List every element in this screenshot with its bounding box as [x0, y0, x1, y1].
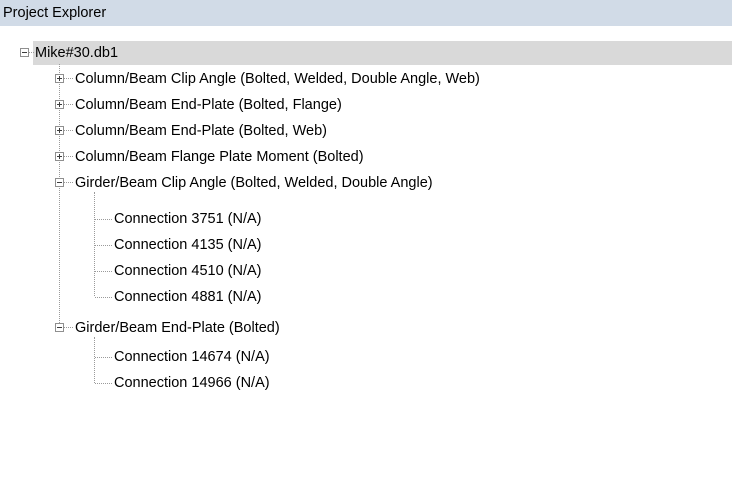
tree-connector [64, 327, 73, 328]
tree-connector [64, 130, 73, 131]
tree-connector [94, 192, 95, 296]
tree-connector [64, 78, 73, 79]
connection-label: Connection 14674 (N/A) [114, 349, 270, 365]
root-selection-highlight [33, 41, 732, 65]
connection-label: Connection 4881 (N/A) [114, 289, 262, 305]
category-label: Column/Beam Clip Angle (Bolted, Welded, … [75, 71, 480, 87]
connection-label: Connection 4510 (N/A) [114, 263, 262, 279]
connection-label: Connection 4135 (N/A) [114, 237, 262, 253]
tree-connection-node[interactable]: Connection 4510 (N/A) [114, 260, 262, 282]
tree-connection-node[interactable]: Connection 4881 (N/A) [114, 286, 262, 308]
collapse-icon[interactable] [55, 323, 64, 332]
tree-connector [29, 52, 34, 53]
tree-connector [95, 357, 112, 358]
tree-root-node[interactable]: Mike#30.db1 [35, 42, 118, 64]
connection-label: Connection 14966 (N/A) [114, 375, 270, 391]
tree-connector [64, 156, 73, 157]
expand-icon[interactable] [55, 100, 64, 109]
tree-connection-node[interactable]: Connection 4135 (N/A) [114, 234, 262, 256]
category-label: Column/Beam End-Plate (Bolted, Web) [75, 123, 327, 139]
tree-connector [64, 182, 73, 183]
expand-icon[interactable] [55, 152, 64, 161]
expand-icon[interactable] [55, 126, 64, 135]
tree-category-node[interactable]: Column/Beam End-Plate (Bolted, Web) [75, 120, 327, 142]
tree-connector [64, 104, 73, 105]
connection-label: Connection 3751 (N/A) [114, 211, 262, 227]
category-label: Column/Beam End-Plate (Bolted, Flange) [75, 97, 342, 113]
tree-connector [95, 245, 112, 246]
tree-connector [94, 337, 95, 383]
category-label: Column/Beam Flange Plate Moment (Bolted) [75, 149, 364, 165]
tree-category-node[interactable]: Girder/Beam End-Plate (Bolted) [75, 317, 280, 339]
tree-connection-node[interactable]: Connection 3751 (N/A) [114, 208, 262, 230]
collapse-root-icon[interactable] [20, 48, 29, 57]
tree-category-node[interactable]: Column/Beam Clip Angle (Bolted, Welded, … [75, 68, 480, 90]
tree-category-node[interactable]: Column/Beam Flange Plate Moment (Bolted) [75, 146, 364, 168]
tree-category-node[interactable]: Girder/Beam Clip Angle (Bolted, Welded, … [75, 172, 433, 194]
root-label: Mike#30.db1 [35, 45, 119, 61]
category-label: Girder/Beam End-Plate (Bolted) [75, 320, 280, 336]
tree-connector [95, 271, 112, 272]
tree-connector [95, 297, 112, 298]
tree-connector [95, 383, 112, 384]
expand-icon[interactable] [55, 74, 64, 83]
tree-category-node[interactable]: Column/Beam End-Plate (Bolted, Flange) [75, 94, 342, 116]
category-label: Girder/Beam Clip Angle (Bolted, Welded, … [75, 175, 433, 191]
collapse-icon[interactable] [55, 178, 64, 187]
tree-connection-node[interactable]: Connection 14966 (N/A) [114, 372, 270, 394]
project-tree[interactable]: Mike#30.db1 Column/Beam Clip Angle (Bolt… [0, 0, 732, 481]
tree-connector [95, 219, 112, 220]
tree-connection-node[interactable]: Connection 14674 (N/A) [114, 346, 270, 368]
